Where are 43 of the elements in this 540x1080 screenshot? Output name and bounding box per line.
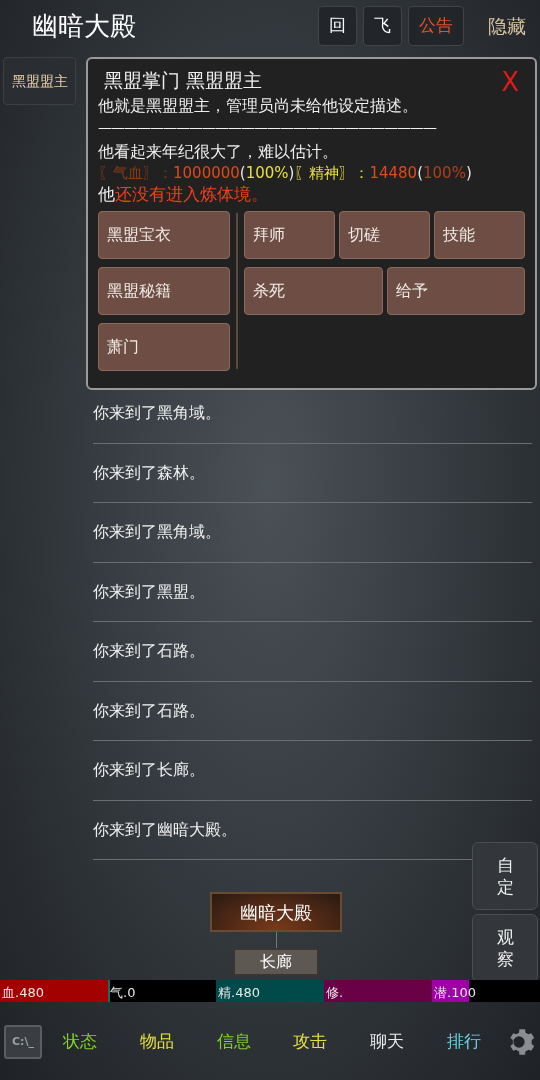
exit-room[interactable]: 长廊 bbox=[233, 948, 319, 976]
console-button[interactable]: C:\_ bbox=[4, 1025, 42, 1059]
log-message: 你来到了石路。 bbox=[93, 699, 205, 722]
action-button[interactable]: 给予 bbox=[386, 267, 525, 315]
hide-button[interactable]: 隐藏 bbox=[488, 11, 526, 41]
side-button[interactable]: 观察 bbox=[472, 914, 538, 982]
current-room[interactable]: 幽暗大殿 bbox=[210, 892, 342, 932]
npc-tab[interactable]: 黑盟盟主 bbox=[3, 57, 76, 105]
log-message: 你来到了石路。 bbox=[93, 640, 205, 663]
item-button[interactable]: 黑盟宝衣 bbox=[98, 211, 230, 259]
stat-label: 修. bbox=[326, 985, 345, 1000]
nav-tab[interactable]: 排行 bbox=[446, 1029, 481, 1055]
nav-tab[interactable]: 信息 bbox=[216, 1029, 251, 1055]
stat-label: 气.0 bbox=[110, 985, 137, 1000]
realm-text: 他还没有进入炼体境。 bbox=[98, 183, 269, 205]
header-button[interactable]: 回 bbox=[318, 6, 357, 46]
nav-tab[interactable]: 物品 bbox=[140, 1029, 174, 1055]
nav-tab[interactable]: 聊天 bbox=[369, 1029, 404, 1055]
header-button[interactable]: 公告 bbox=[408, 6, 464, 46]
description: 他就是黑盟盟主，管理员尚未给他设定描述。 bbox=[98, 95, 419, 117]
action-button[interactable]: 技能 bbox=[434, 211, 525, 259]
side-button[interactable]: 自定 bbox=[472, 842, 538, 910]
popup-title: 黑盟掌门 黑盟盟主 bbox=[104, 69, 263, 91]
log-message: 你来到了黑角域。 bbox=[93, 521, 221, 544]
log-message: 你来到了长廊。 bbox=[93, 759, 205, 782]
nav-tab[interactable]: 攻击 bbox=[293, 1029, 328, 1055]
action-button[interactable]: 杀死 bbox=[244, 267, 383, 315]
nav-tab[interactable]: 状态 bbox=[63, 1029, 98, 1055]
item-button[interactable]: 黑盟秘籍 bbox=[98, 267, 230, 315]
stat-label: 血.480 bbox=[2, 985, 45, 1000]
separator-text: —————————————————————————— bbox=[98, 118, 438, 137]
header-button[interactable]: 飞 bbox=[363, 6, 402, 46]
action-button[interactable]: 拜师 bbox=[244, 211, 335, 259]
log-message: 你来到了森林。 bbox=[93, 461, 205, 484]
log-message: 你来到了幽暗大殿。 bbox=[93, 818, 237, 841]
location-title: 幽暗大殿 bbox=[32, 9, 136, 43]
log-message: 你来到了黑角域。 bbox=[93, 402, 221, 425]
item-button[interactable]: 萧门 bbox=[98, 323, 230, 371]
stats-text: 〖气血〗：1000000(100%)〖精神〗：14480(100%) bbox=[98, 163, 473, 183]
stat-label: 精.480 bbox=[218, 985, 261, 1000]
log-message: 你来到了黑盟。 bbox=[93, 580, 205, 603]
action-button[interactable]: 切磋 bbox=[339, 211, 430, 259]
age-text: 他看起来年纪很大了，难以估计。 bbox=[98, 141, 339, 163]
